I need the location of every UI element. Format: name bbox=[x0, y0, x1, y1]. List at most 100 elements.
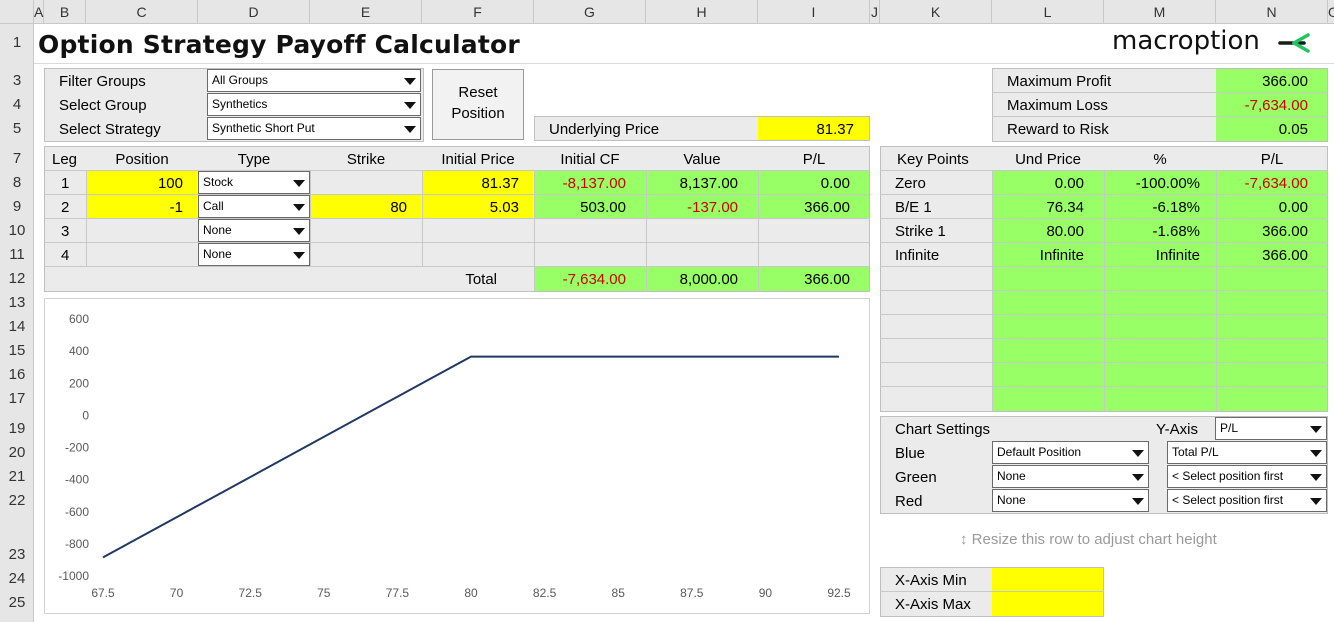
chevron-down-icon[interactable] bbox=[289, 220, 309, 241]
chevron-down-icon[interactable] bbox=[289, 196, 309, 217]
col-header-j[interactable]: J bbox=[870, 0, 880, 24]
leg-initial-price[interactable]: 5.03 bbox=[422, 199, 519, 216]
row-header[interactable]: 11 bbox=[0, 246, 34, 263]
red-position-dropdown[interactable]: None bbox=[992, 489, 1149, 512]
row-header[interactable]: 10 bbox=[0, 222, 34, 239]
chevron-down-icon[interactable] bbox=[1128, 442, 1148, 463]
col-header-i[interactable]: I bbox=[758, 0, 870, 24]
row-header[interactable]: 14 bbox=[0, 318, 34, 335]
red-metric-dropdown[interactable]: < Select position first bbox=[1167, 489, 1327, 512]
key-point-price: 0.00 bbox=[1054, 175, 1084, 192]
chevron-down-icon[interactable] bbox=[1128, 490, 1148, 511]
row-header[interactable]: 22 bbox=[0, 492, 34, 509]
underlying-price-value: 81.37 bbox=[816, 121, 854, 138]
blue-metric-dropdown[interactable]: Total P/L bbox=[1167, 441, 1327, 464]
x-tick-label: 75 bbox=[317, 586, 331, 600]
total-initial-cf: -7,634.00 bbox=[562, 271, 626, 288]
col-header-a[interactable]: A bbox=[34, 0, 44, 24]
key-point-name: Strike 1 bbox=[895, 223, 946, 240]
leg-type-value: None bbox=[203, 247, 232, 261]
chevron-down-icon[interactable] bbox=[1306, 442, 1326, 463]
select-group-dropdown[interactable]: Synthetics bbox=[207, 93, 421, 116]
col-header-o[interactable]: O bbox=[1328, 0, 1334, 24]
key-point-name: B/E 1 bbox=[895, 199, 932, 216]
col-header-b[interactable]: B bbox=[44, 0, 86, 24]
row-header[interactable]: 21 bbox=[0, 468, 34, 485]
green-series-label: Green bbox=[895, 469, 937, 486]
col-type-header: Type bbox=[237, 151, 271, 168]
col-initial-price-header: Initial Price bbox=[441, 151, 515, 168]
chevron-down-icon[interactable] bbox=[400, 70, 420, 91]
col-header-c[interactable]: C bbox=[86, 0, 198, 24]
chevron-down-icon[interactable] bbox=[289, 172, 309, 193]
row-header[interactable]: 15 bbox=[0, 342, 34, 359]
reset-button-label: Position bbox=[451, 105, 505, 122]
x-axis-max-label: X-Axis Max bbox=[895, 596, 971, 613]
select-strategy-dropdown[interactable]: Synthetic Short Put bbox=[207, 117, 421, 140]
leg-position[interactable]: 100 bbox=[86, 175, 183, 192]
col-header-g[interactable]: G bbox=[534, 0, 646, 24]
reset-button-label: Reset bbox=[458, 84, 498, 101]
key-point-price: 76.34 bbox=[1046, 199, 1084, 216]
col-leg-header: Leg bbox=[52, 151, 78, 168]
key-point-name: Infinite bbox=[895, 247, 940, 264]
leg-number: 1 bbox=[61, 175, 70, 192]
row-header[interactable]: 1 bbox=[0, 34, 34, 51]
divider bbox=[44, 242, 870, 243]
key-point-pl: 0.00 bbox=[1278, 199, 1308, 216]
leg-type-dropdown[interactable]: None bbox=[198, 243, 310, 266]
chevron-down-icon[interactable] bbox=[1306, 490, 1326, 511]
chevron-down-icon[interactable] bbox=[400, 118, 420, 139]
row-header[interactable]: 12 bbox=[0, 270, 34, 287]
chevron-down-icon[interactable] bbox=[400, 94, 420, 115]
select-group-value: Synthetics bbox=[212, 97, 268, 111]
leg-type-dropdown[interactable]: None bbox=[198, 219, 310, 242]
col-header-n[interactable]: N bbox=[1216, 0, 1328, 24]
resize-hint: ↕ Resize this row to adjust chart height bbox=[960, 531, 1217, 548]
select-all-corner[interactable] bbox=[0, 0, 34, 24]
col-header-k[interactable]: K bbox=[880, 0, 992, 24]
row-header[interactable]: 25 bbox=[0, 594, 34, 611]
col-header-h[interactable]: H bbox=[646, 0, 758, 24]
leg-type-value: Call bbox=[203, 199, 224, 213]
row-header[interactable]: 20 bbox=[0, 444, 34, 461]
leg-position[interactable]: -1 bbox=[86, 199, 183, 216]
col-header-m[interactable]: M bbox=[1104, 0, 1216, 24]
reset-position-button[interactable]: Reset Position bbox=[432, 69, 524, 140]
green-position-dropdown[interactable]: None bbox=[992, 465, 1149, 488]
row-header[interactable]: 4 bbox=[0, 96, 34, 113]
blue-position-dropdown[interactable]: Default Position bbox=[992, 441, 1149, 464]
row-header[interactable]: 16 bbox=[0, 366, 34, 383]
row-header[interactable]: 24 bbox=[0, 570, 34, 587]
chevron-down-icon[interactable] bbox=[1306, 466, 1326, 487]
row-header[interactable]: 8 bbox=[0, 174, 34, 191]
y-tick-label: 0 bbox=[82, 408, 89, 422]
col-header-l[interactable]: L bbox=[992, 0, 1104, 24]
col-header-f[interactable]: F bbox=[422, 0, 534, 24]
row-header[interactable]: 19 bbox=[0, 420, 34, 437]
x-axis-input-cells[interactable] bbox=[992, 568, 1103, 616]
max-profit-value: 366.00 bbox=[1262, 73, 1308, 90]
chevron-down-icon[interactable] bbox=[1306, 418, 1326, 439]
y-axis-dropdown[interactable]: P/L bbox=[1215, 417, 1327, 440]
row-header[interactable]: 7 bbox=[0, 150, 34, 167]
chevron-down-icon[interactable] bbox=[289, 244, 309, 265]
col-header-e[interactable]: E bbox=[310, 0, 422, 24]
row-header[interactable]: 17 bbox=[0, 390, 34, 407]
row-header[interactable]: 3 bbox=[0, 72, 34, 89]
row-header[interactable]: 23 bbox=[0, 546, 34, 563]
filter-groups-label: Filter Groups bbox=[59, 73, 146, 90]
col-header-d[interactable]: D bbox=[198, 0, 310, 24]
filter-groups-dropdown[interactable]: All Groups bbox=[207, 69, 421, 92]
chevron-down-icon[interactable] bbox=[1128, 466, 1148, 487]
leg-type-dropdown[interactable]: Call bbox=[198, 195, 310, 218]
payoff-chart[interactable]: 600 400 200 0 -200 -400 -600 -800 -1000 67.5 70 72.… bbox=[44, 298, 870, 614]
row-header[interactable]: 13 bbox=[0, 294, 34, 311]
y-tick-label: -1000 bbox=[58, 569, 89, 583]
leg-type-dropdown[interactable]: Stock bbox=[198, 171, 310, 194]
row-header[interactable]: 9 bbox=[0, 198, 34, 215]
row-header[interactable]: 5 bbox=[0, 120, 34, 137]
leg-strike[interactable]: 80 bbox=[310, 199, 407, 216]
green-metric-dropdown[interactable]: < Select position first bbox=[1167, 465, 1327, 488]
leg-initial-price[interactable]: 81.37 bbox=[422, 175, 519, 192]
